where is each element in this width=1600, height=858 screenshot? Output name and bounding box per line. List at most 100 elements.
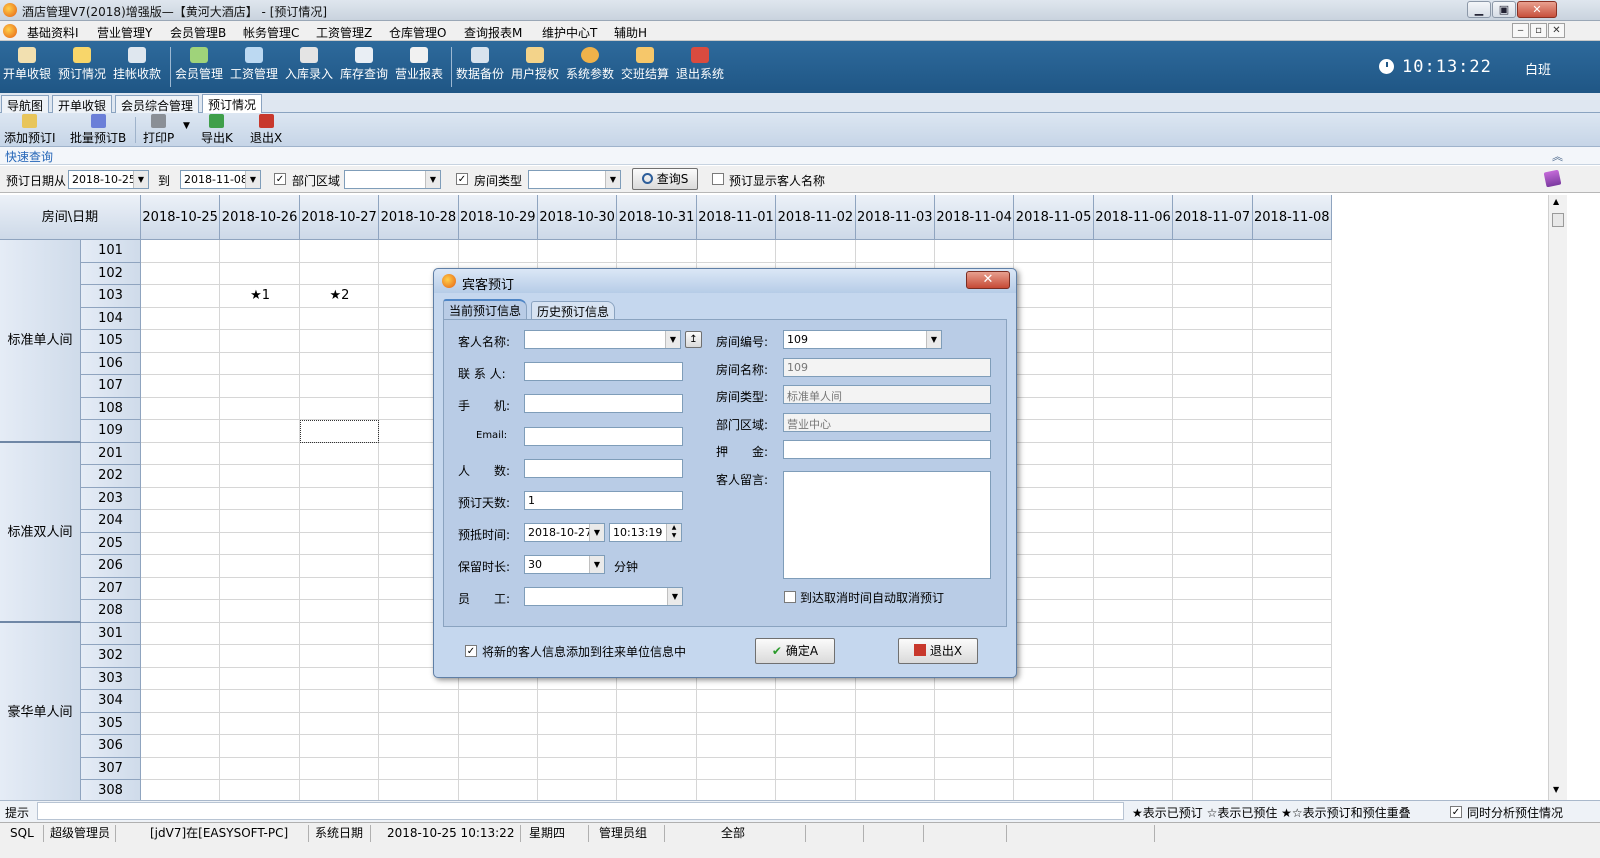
reservation-cell[interactable] [855,240,935,263]
auto-cancel-checkbox[interactable] [784,591,796,603]
reservation-cell[interactable] [1252,645,1332,668]
reservation-cell[interactable] [299,712,380,735]
reservation-mark[interactable]: ★2 [300,285,379,308]
reservation-mark[interactable]: ★1 [220,285,299,308]
reservation-cell[interactable] [141,622,221,645]
keep-duration-select[interactable]: 30 ▼ [524,555,605,574]
reservation-cell[interactable] [1252,262,1332,285]
reservation-cell[interactable] [1093,532,1174,555]
app-menu-icon[interactable] [3,24,17,38]
book-icon[interactable] [1543,169,1562,188]
reservation-cell[interactable] [379,735,459,758]
deposit-field[interactable] [783,440,991,459]
reservation-cell[interactable] [141,307,221,330]
reservation-cell[interactable] [220,442,300,465]
reservation-cell[interactable] [141,712,221,735]
reservation-cell[interactable] [1252,465,1332,488]
reservation-cell[interactable] [1093,555,1174,578]
reservation-cell[interactable] [141,442,221,465]
reservation-cell[interactable] [617,240,697,263]
reservation-cell[interactable] [458,240,538,263]
mobile-field[interactable] [524,394,683,413]
room-no-select[interactable]: 109 ▼ [783,330,942,349]
reservation-cell[interactable] [1014,442,1094,465]
reservation-cell[interactable] [1014,352,1094,375]
reservation-cell[interactable] [299,622,380,645]
reservation-cell[interactable] [1173,622,1253,645]
people-field[interactable] [524,459,683,478]
arrive-date-picker[interactable]: 2018-10-27 ▼ [524,523,605,542]
reservation-cell[interactable] [935,780,1015,800]
reservation-cell[interactable] [141,577,221,600]
reservation-cell[interactable] [1173,757,1253,780]
selected-cell[interactable] [299,420,380,443]
reservation-cell[interactable] [220,532,300,555]
reservation-cell[interactable] [299,667,380,690]
reservation-cell[interactable] [220,577,300,600]
reservation-cell[interactable] [1252,622,1332,645]
reservation-cell[interactable] [220,690,300,713]
reservation-cell[interactable] [220,240,300,263]
message-textarea[interactable] [783,471,991,579]
toolbar-shift-button[interactable]: 交班结算 [621,45,669,82]
reservation-cell[interactable] [1014,555,1094,578]
reservation-cell[interactable] [1252,667,1332,690]
reservation-cell[interactable] [141,487,221,510]
reservation-cell[interactable] [1093,352,1174,375]
tab-reservations[interactable]: 预订情况 [202,94,263,113]
days-field[interactable]: 1 [524,491,683,510]
reservation-cell[interactable] [696,757,777,780]
reservation-cell[interactable] [1014,487,1094,510]
reservation-cell[interactable] [379,757,459,780]
toolbar-report-button[interactable]: 营业报表 [395,45,443,82]
reservation-cell[interactable] [220,555,300,578]
reservation-cell[interactable] [220,397,300,420]
reservation-cell[interactable] [1014,577,1094,600]
scroll-up-icon[interactable]: ▲ [1553,197,1559,206]
reservation-cell[interactable] [1252,555,1332,578]
reservation-cell[interactable] [1014,735,1094,758]
reservation-cell[interactable] [141,735,221,758]
reservation-cell[interactable] [220,600,300,623]
add-reservation-button[interactable]: 添加预订I [4,114,56,146]
reservation-cell[interactable] [220,487,300,510]
reservation-cell[interactable] [1014,622,1094,645]
print-dropdown-icon[interactable]: ▼ [183,121,190,131]
date-column-header[interactable]: 2018-10-29 [458,195,538,240]
menu-maintenance[interactable]: 维护中心T [542,24,597,41]
reservation-cell[interactable] [538,757,618,780]
reservation-cell[interactable] [1093,757,1174,780]
reservation-cell[interactable] [1093,285,1174,308]
date-column-header[interactable]: 2018-11-06 [1093,195,1174,240]
reservation-cell[interactable] [220,307,300,330]
confirm-button[interactable]: ✔ 确定A [755,638,835,664]
reservation-cell[interactable] [1173,262,1253,285]
reservation-cell[interactable] [1014,307,1094,330]
menu-help[interactable]: 辅助H [614,24,647,41]
date-column-header[interactable]: 2018-11-08 [1252,195,1332,240]
reservation-cell[interactable] [1014,757,1094,780]
date-column-header[interactable]: 2018-11-03 [855,195,935,240]
reservation-cell[interactable] [538,690,618,713]
reservation-cell[interactable] [1014,690,1094,713]
date-column-header[interactable]: 2018-11-02 [776,195,856,240]
reservation-cell[interactable] [1173,330,1253,353]
reservation-cell[interactable] [458,712,538,735]
reservation-cell[interactable] [299,510,380,533]
reservation-cell[interactable] [617,712,697,735]
reservation-cell[interactable] [776,712,856,735]
reservation-cell[interactable] [1173,780,1253,800]
dialog-exit-button[interactable]: 退出X [898,638,978,664]
reservation-cell[interactable] [1173,487,1253,510]
date-column-header[interactable]: 2018-10-26 [220,195,300,240]
reservation-cell[interactable] [299,757,380,780]
date-column-header[interactable]: 2018-11-05 [1014,195,1094,240]
reservation-cell[interactable] [1173,645,1253,668]
reservation-cell[interactable] [1014,262,1094,285]
tab-member-management[interactable]: 会员综合管理 [115,95,200,113]
reservation-cell[interactable] [1173,577,1253,600]
roomtype-checkbox[interactable]: ✓ [456,173,468,185]
reservation-cell[interactable] [220,735,300,758]
collapse-icon[interactable]: ︽ [1552,148,1563,164]
reservation-cell[interactable] [1252,307,1332,330]
